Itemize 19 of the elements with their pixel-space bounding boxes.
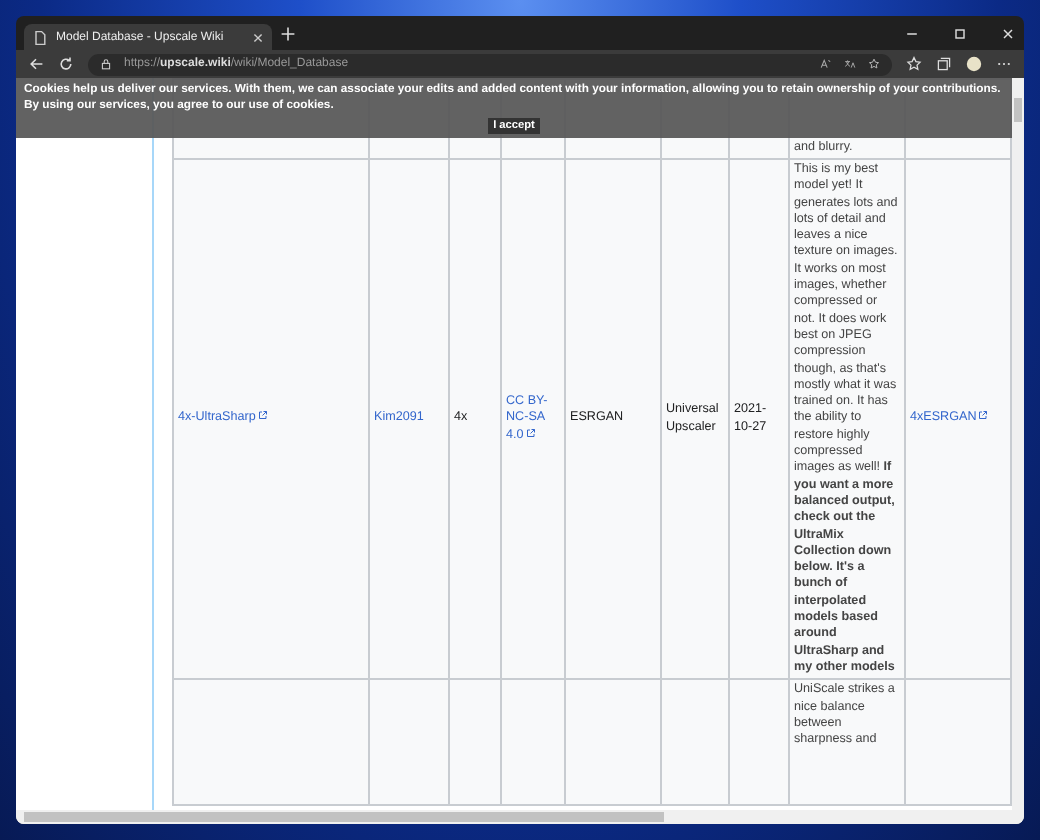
translate-icon[interactable] <box>844 58 856 70</box>
back-arrow-icon[interactable] <box>28 56 44 72</box>
new-tab-icon[interactable] <box>279 25 296 41</box>
collections-icon[interactable] <box>936 56 952 72</box>
close-icon[interactable] <box>1000 25 1016 41</box>
lock-icon <box>100 58 112 70</box>
avatar-icon[interactable] <box>966 56 982 72</box>
maximize-icon[interactable] <box>952 25 968 41</box>
external-link-icon <box>525 427 536 438</box>
star-icon[interactable] <box>906 56 922 72</box>
vertical-scrollbar[interactable] <box>1012 78 1024 810</box>
read-aloud-icon[interactable] <box>820 58 832 70</box>
refresh-icon[interactable] <box>58 56 74 72</box>
external-link-icon <box>257 410 268 421</box>
page-icon <box>32 29 48 45</box>
close-icon[interactable] <box>251 31 264 43</box>
star-plus-icon[interactable] <box>868 58 880 70</box>
horizontal-scrollbar[interactable] <box>16 810 1024 824</box>
external-link-icon <box>978 410 989 421</box>
